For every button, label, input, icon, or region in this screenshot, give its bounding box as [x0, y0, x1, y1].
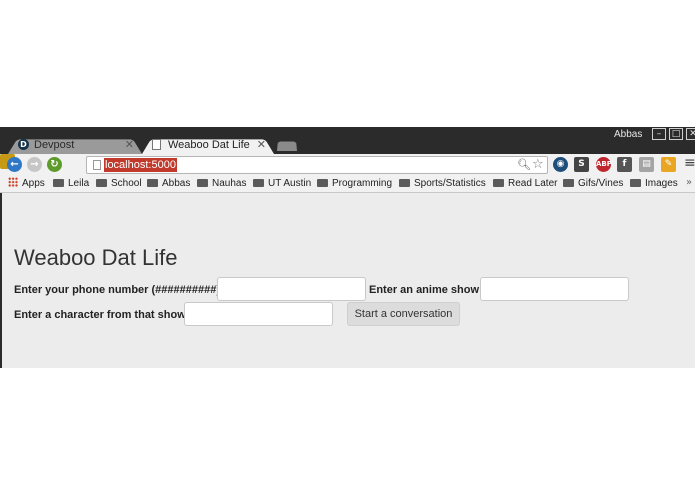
- start-conversation-button[interactable]: Start a conversation: [347, 302, 460, 326]
- folder-icon: [197, 179, 208, 187]
- anime-label: Enter an anime show:: [369, 284, 483, 296]
- page-content: Weaboo Dat Life Enter your phone number …: [14, 194, 691, 366]
- maximize-icon[interactable]: □: [669, 128, 683, 140]
- bookmark-folder[interactable]: Gifs/Vines: [563, 177, 623, 191]
- extension-chat-icon[interactable]: ▤: [639, 157, 654, 172]
- bookmark-star-icon[interactable]: ☆: [532, 157, 544, 172]
- back-arrow-icon[interactable]: ←: [7, 157, 22, 172]
- folder-icon: [96, 179, 107, 187]
- tab-title: Devpost: [34, 139, 75, 151]
- close-window-icon[interactable]: ✕: [686, 128, 695, 140]
- extension-pen-icon[interactable]: ✎: [661, 157, 676, 172]
- bookmark-folder[interactable]: School: [96, 177, 142, 191]
- minimize-icon[interactable]: –: [652, 128, 666, 140]
- page-favicon-icon: [152, 139, 161, 150]
- address-bar[interactable]: localhost:5000 🔍︎ ☆: [86, 156, 548, 174]
- facebook-icon[interactable]: f: [617, 157, 632, 172]
- character-label: Enter a character from that show:: [14, 309, 190, 321]
- folder-icon: [317, 179, 328, 187]
- browser-window: D Devpost ✕ Weaboo Dat Life ✕ Abbas – □ …: [0, 127, 695, 368]
- bookmark-folder[interactable]: Sports/Statistics: [399, 177, 486, 191]
- phone-input[interactable]: [217, 277, 366, 301]
- folder-icon: [399, 179, 410, 187]
- folder-icon: [253, 179, 264, 187]
- menu-icon[interactable]: ≡: [684, 155, 695, 171]
- tab-close-icon[interactable]: ✕: [257, 136, 266, 154]
- adblock-plus-icon[interactable]: ABP: [596, 157, 612, 172]
- extension-s-icon[interactable]: S: [574, 157, 589, 172]
- tab-devpost[interactable]: D Devpost ✕: [8, 136, 142, 154]
- folder-icon: [493, 179, 504, 187]
- tab-weaboo-dat-life[interactable]: Weaboo Dat Life ✕: [142, 136, 274, 154]
- tab-title: Weaboo Dat Life: [168, 139, 250, 151]
- phone-label: Enter your phone number (##########):: [14, 284, 224, 296]
- devpost-favicon-icon: D: [18, 139, 29, 150]
- page-title: Weaboo Dat Life: [14, 245, 178, 270]
- reload-icon[interactable]: ↻: [47, 157, 62, 172]
- folder-icon: [630, 179, 641, 187]
- folder-icon: [53, 179, 64, 187]
- bookmarks-bar: Apps Leila School Abbas Nauhas UT Austin…: [0, 176, 695, 193]
- bookmark-folder[interactable]: UT Austin: [253, 177, 311, 191]
- url-text[interactable]: localhost:5000: [104, 158, 177, 172]
- bookmark-folder[interactable]: Programming: [317, 177, 392, 191]
- apps-grid-icon: [8, 177, 18, 187]
- page-icon: [93, 160, 101, 170]
- bookmark-folder[interactable]: Nauhas: [197, 177, 246, 191]
- title-bar: D Devpost ✕ Weaboo Dat Life ✕ Abbas – □ …: [0, 127, 695, 154]
- character-input[interactable]: [184, 302, 333, 326]
- bookmark-folder[interactable]: Abbas: [147, 177, 190, 191]
- forward-arrow-icon[interactable]: →: [27, 157, 42, 172]
- bookmark-folder[interactable]: Leila: [53, 177, 89, 191]
- profile-name[interactable]: Abbas: [614, 129, 642, 140]
- extension-globe-icon[interactable]: ◉: [553, 157, 568, 172]
- zoom-icon[interactable]: 🔍︎: [517, 158, 531, 171]
- folder-icon: [563, 179, 574, 187]
- folder-icon: [147, 179, 158, 187]
- tab-close-icon[interactable]: ✕: [125, 136, 134, 154]
- bookmarks-overflow-icon[interactable]: »: [686, 177, 692, 188]
- anime-input[interactable]: [480, 277, 629, 301]
- bookmark-folder[interactable]: Images: [630, 177, 678, 191]
- browser-toolbar: ← → ↻ localhost:5000 🔍︎ ☆ ◉ S ABP f ▤ ✎ …: [0, 154, 695, 176]
- bookmark-apps[interactable]: Apps: [8, 177, 45, 191]
- bookmark-folder[interactable]: Read Later: [493, 177, 557, 191]
- new-tab-button[interactable]: [277, 140, 297, 151]
